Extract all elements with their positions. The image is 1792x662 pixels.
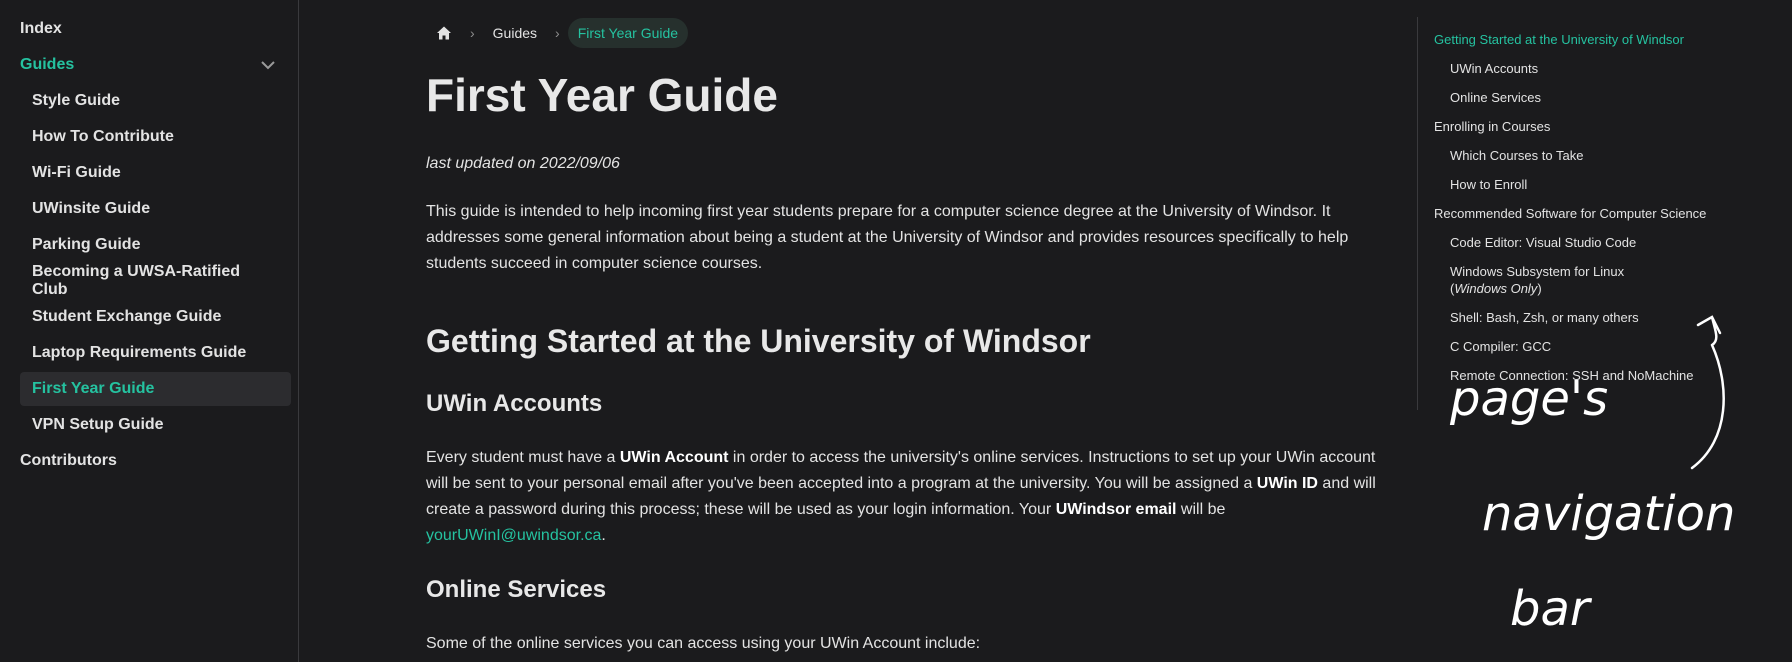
table-of-contents: Getting Started at the University of Win…: [1417, 17, 1707, 410]
annotation-line-2: navigation: [1482, 486, 1735, 542]
sidebar-item-label: Guides: [20, 56, 75, 73]
accounts-paragraph: Every student must have a UWin Account i…: [426, 445, 1384, 549]
sidebar-item-label: How To Contribute: [32, 128, 174, 145]
breadcrumb-current[interactable]: First Year Guide: [567, 18, 689, 48]
toc-item-online-services[interactable]: Online Services: [1434, 89, 1707, 106]
sidebar-item-wifi-guide[interactable]: Wi-Fi Guide: [20, 156, 291, 190]
last-updated: last updated on 2022/09/06: [426, 155, 620, 172]
sidebar-item-laptop-requirements[interactable]: Laptop Requirements Guide: [20, 336, 291, 370]
chevron-down-icon[interactable]: [260, 57, 276, 73]
text-segment: .: [601, 527, 606, 544]
toc-item-enrolling[interactable]: Enrolling in Courses: [1434, 118, 1707, 135]
toc-item-uwin-accounts[interactable]: UWin Accounts: [1434, 60, 1707, 77]
bold-uwin-account: UWin Account: [619, 449, 729, 466]
sidebar-item-label: Index: [20, 20, 62, 37]
section-heading-getting-started[interactable]: Getting Started at the University of Win…: [426, 321, 1384, 361]
breadcrumb: › Guides › First Year Guide: [426, 17, 1384, 49]
sidebar-item-how-to-contribute[interactable]: How To Contribute: [20, 120, 291, 154]
sidebar-item-label: UWinsite Guide: [32, 200, 151, 217]
toc-item-recommended-software[interactable]: Recommended Software for Computer Scienc…: [1434, 205, 1707, 222]
annotation-line-3: bar: [1510, 581, 1593, 637]
sidebar-item-parking-guide[interactable]: Parking Guide: [20, 228, 291, 262]
sidebar-item-guides[interactable]: Guides: [7, 48, 291, 82]
home-icon: [437, 26, 451, 40]
sidebar-item-label: Student Exchange Guide: [32, 308, 222, 325]
toc-item-c-compiler[interactable]: C Compiler: GCC: [1434, 338, 1707, 355]
toc-item-wsl[interactable]: Windows Subsystem for Linux (Windows Onl…: [1434, 263, 1664, 297]
bold-uwin-id: UWin ID: [1256, 475, 1318, 492]
subsection-heading-uwin-accounts[interactable]: UWin Accounts: [426, 389, 1384, 419]
online-paragraph: Some of the online services you can acce…: [426, 635, 981, 652]
toc-item-remote-connection[interactable]: Remote Connection: SSH and NoMachine: [1434, 367, 1707, 384]
sidebar-item-student-exchange[interactable]: Student Exchange Guide: [20, 300, 291, 334]
subsection-heading-online-services[interactable]: Online Services: [426, 575, 1384, 605]
sidebar-item-contributors[interactable]: Contributors: [7, 444, 291, 478]
main-content: › Guides › First Year Guide First Year G…: [426, 0, 1384, 657]
toc-wsl-italic: Windows Only: [1454, 281, 1538, 296]
sidebar-item-label: Parking Guide: [32, 236, 141, 253]
chevron-right-icon: ›: [470, 25, 475, 41]
bold-uwindsor-email: UWindsor email: [1055, 501, 1177, 518]
breadcrumb-home[interactable]: [426, 18, 462, 48]
sidebar-item-label: First Year Guide: [32, 380, 155, 397]
sidebar-item-style-guide[interactable]: Style Guide: [20, 84, 291, 118]
toc-item-getting-started[interactable]: Getting Started at the University of Win…: [1434, 31, 1707, 48]
text-segment: Every student must have a: [426, 449, 620, 466]
sidebar-item-vpn-setup[interactable]: VPN Setup Guide: [20, 408, 291, 442]
chevron-right-icon: ›: [555, 25, 560, 41]
page-title: First Year Guide: [426, 69, 778, 121]
sidebar-item-label: Contributors: [20, 452, 117, 469]
sidebar-item-label: Style Guide: [32, 92, 121, 109]
sidebar-item-first-year-guide[interactable]: First Year Guide: [20, 372, 291, 406]
sidebar-item-label: VPN Setup Guide: [32, 416, 164, 433]
sidebar-item-index[interactable]: Index: [7, 12, 291, 46]
intro-paragraph: This guide is intended to help incoming …: [426, 203, 1349, 272]
toc-item-vscode[interactable]: Code Editor: Visual Studio Code: [1434, 234, 1707, 251]
sidebar-item-label: Becoming a UWSA-Ratified Club: [32, 263, 241, 298]
breadcrumb-guides[interactable]: Guides: [483, 18, 547, 48]
sidebar: Index Guides Style Guide How To Contribu…: [0, 0, 299, 662]
sidebar-item-label: Wi-Fi Guide: [32, 164, 121, 181]
toc-item-how-to-enroll[interactable]: How to Enroll: [1434, 176, 1707, 193]
toc-item-shell[interactable]: Shell: Bash, Zsh, or many others: [1434, 309, 1707, 326]
email-link[interactable]: yourUWinI@uwindsor.ca: [426, 527, 601, 544]
toc-wsl-close: ): [1537, 281, 1542, 296]
sidebar-item-uwinsite-guide[interactable]: UWinsite Guide: [20, 192, 291, 226]
text-segment: will be: [1176, 501, 1226, 518]
toc-item-which-courses[interactable]: Which Courses to Take: [1434, 147, 1707, 164]
sidebar-item-uwsa-club[interactable]: Becoming a UWSA-Ratified Club: [20, 263, 291, 298]
sidebar-item-label: Laptop Requirements Guide: [32, 344, 247, 361]
